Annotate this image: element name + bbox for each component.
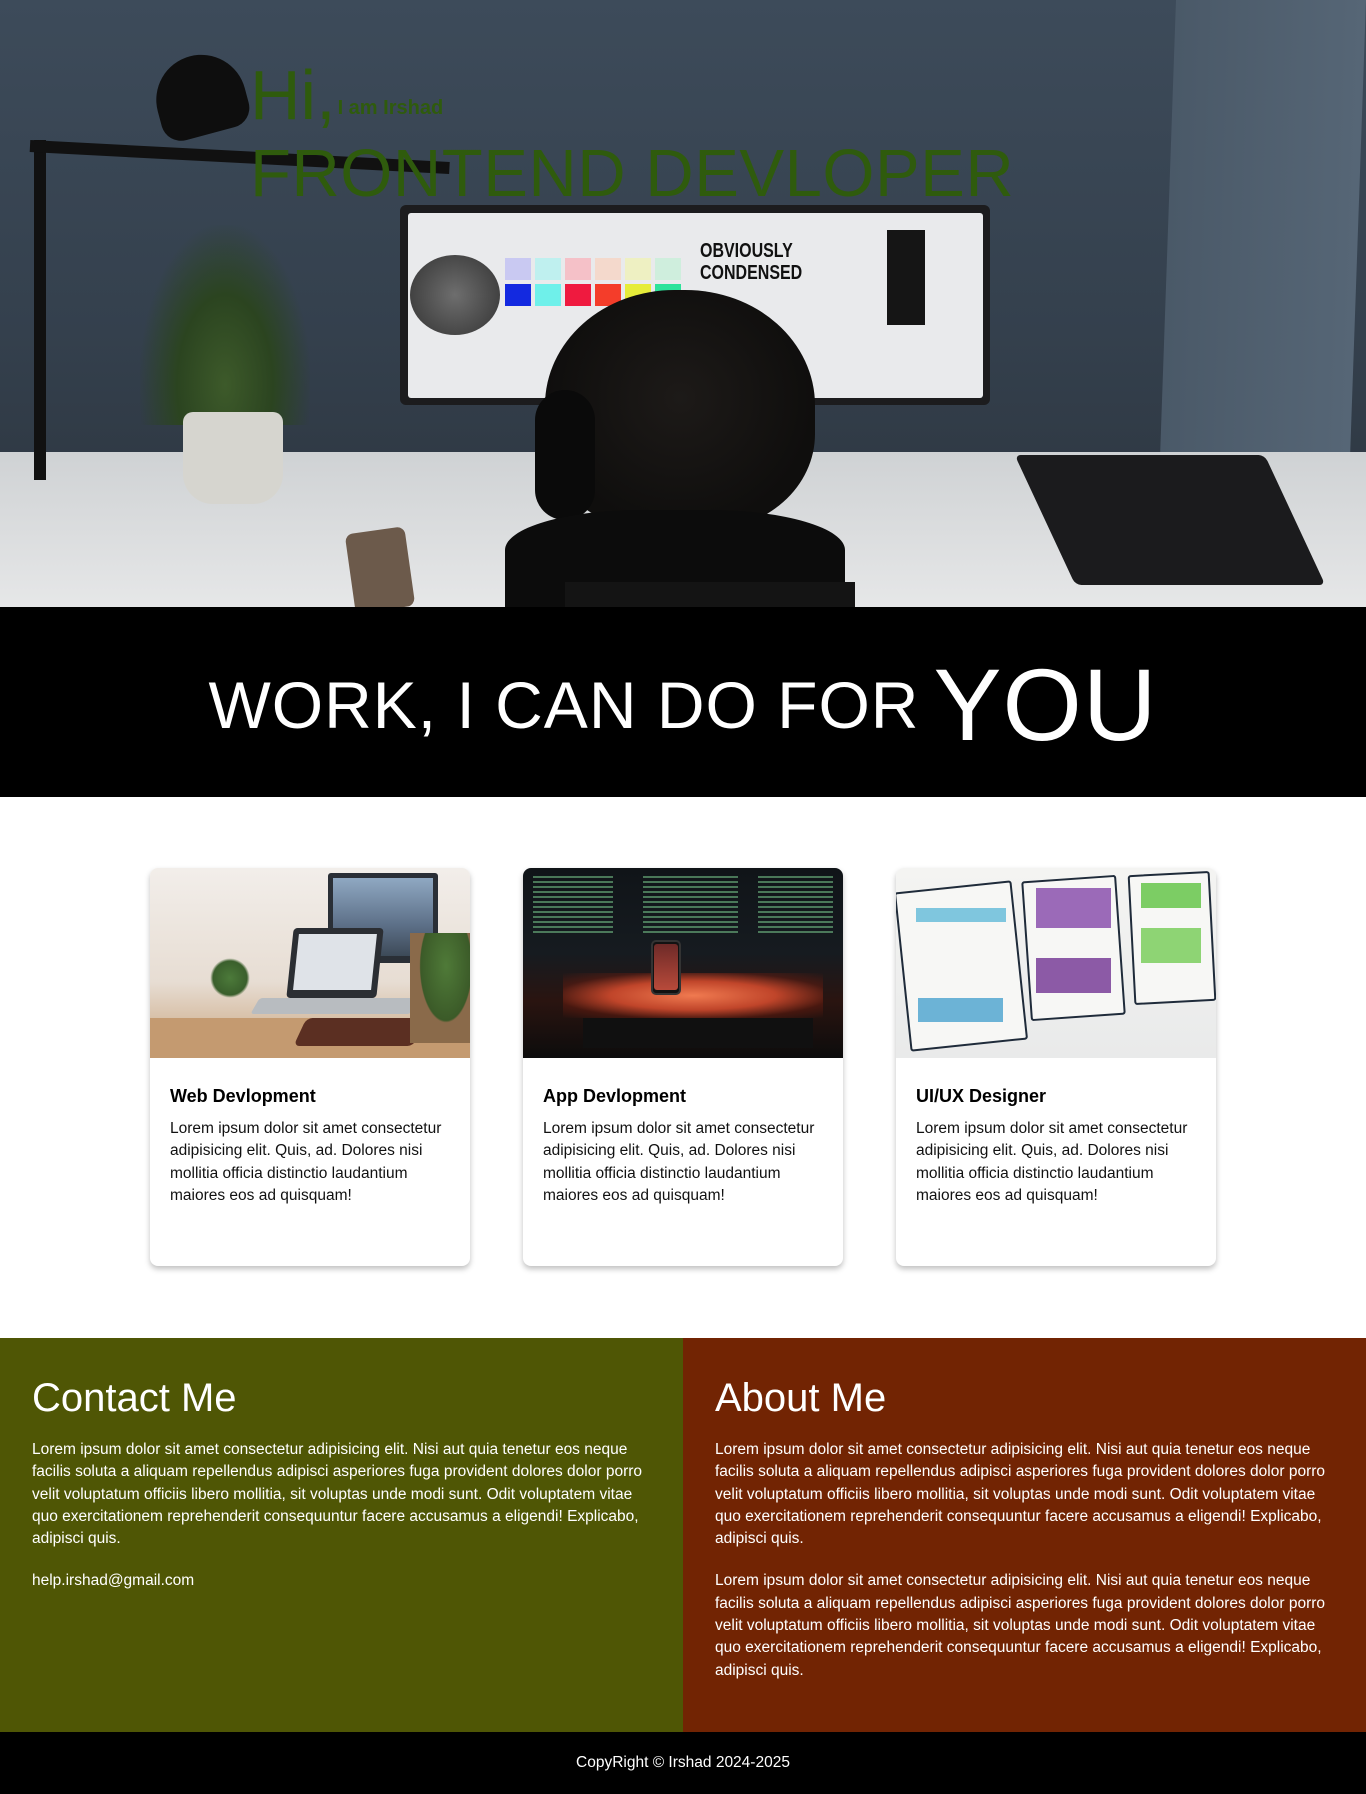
footer-copyright: CopyRight © Irshad 2024-2025 <box>576 1754 790 1771</box>
ui-ux-design-image <box>896 868 1216 1058</box>
contact-email[interactable]: help.irshad@gmail.com <box>32 1570 651 1592</box>
hero-name: I am Irshad <box>337 97 444 119</box>
service-card-app: App Devlopment Lorem ipsum dolor sit ame… <box>523 868 843 1266</box>
hero-role: FRONTEND DEVLOPER <box>250 136 1015 211</box>
service-card-web: Web Devlopment Lorem ipsum dolor sit ame… <box>150 868 470 1266</box>
screen-text-line2: CONDENSED <box>700 262 803 284</box>
about-panel: About Me Lorem ipsum dolor sit amet cons… <box>683 1338 1366 1732</box>
services-section: Web Devlopment Lorem ipsum dolor sit ame… <box>0 797 1366 1338</box>
about-title: About Me <box>715 1376 887 1420</box>
app-development-image <box>523 868 843 1058</box>
service-card-text: Lorem ipsum dolor sit amet consectetur a… <box>170 1120 442 1204</box>
about-paragraph: Lorem ipsum dolor sit amet consectetur a… <box>715 1441 1326 1548</box>
services-banner: WORK, I CAN DO FOR YOU <box>0 607 1366 797</box>
banner-emphasis: YOU <box>933 647 1158 762</box>
hero-section: OBVIOUSLY CONDENSED Hi, I am Irshad FRON… <box>0 0 1366 607</box>
service-card-title: UI/UX Designer <box>916 1086 1047 1106</box>
info-section: Contact Me Lorem ipsum dolor sit amet co… <box>0 1338 1366 1732</box>
service-card-text: Lorem ipsum dolor sit amet consectetur a… <box>916 1120 1188 1204</box>
web-development-image <box>150 868 470 1058</box>
screen-text-line1: OBVIOUSLY <box>700 240 793 262</box>
hero-intro: Hi, I am Irshad FRONTEND DEVLOPER <box>250 60 1014 214</box>
contact-title: Contact Me <box>32 1376 237 1420</box>
banner-text: WORK, I CAN DO FOR <box>208 668 920 742</box>
service-card-uiux: UI/UX Designer Lorem ipsum dolor sit ame… <box>896 868 1216 1266</box>
footer: CopyRight © Irshad 2024-2025 <box>0 1732 1366 1794</box>
about-paragraph: Lorem ipsum dolor sit amet consectetur a… <box>715 1572 1326 1679</box>
hero-greeting: Hi, <box>250 56 336 134</box>
contact-panel: Contact Me Lorem ipsum dolor sit amet co… <box>0 1338 683 1732</box>
contact-text: Lorem ipsum dolor sit amet consectetur a… <box>32 1441 643 1548</box>
service-card-title: Web Devlopment <box>170 1086 316 1106</box>
service-card-text: Lorem ipsum dolor sit amet consectetur a… <box>543 1120 815 1204</box>
service-card-title: App Devlopment <box>543 1086 687 1106</box>
